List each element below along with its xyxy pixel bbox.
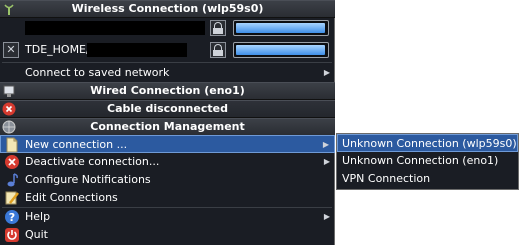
new-connection-label: New connection ... bbox=[25, 138, 128, 151]
new-connection-item[interactable]: New connection ... ▶ bbox=[0, 135, 335, 153]
wireless-header-label: Wireless Connection (wlp59s0) bbox=[71, 2, 264, 15]
edit-connections-label: Edit Connections bbox=[25, 191, 118, 204]
submenu-arrow-icon: ▶ bbox=[322, 140, 329, 149]
submenu-item-vpn[interactable]: VPN Connection bbox=[337, 170, 518, 188]
new-connection-submenu: Unknown Connection (wlp59s0) Unknown Con… bbox=[336, 133, 519, 190]
cable-status-label: Cable disconnected bbox=[107, 102, 228, 115]
signal-strength-bar bbox=[233, 20, 329, 36]
error-icon bbox=[2, 102, 16, 116]
deactivate-icon bbox=[5, 155, 19, 169]
cable-status: Cable disconnected bbox=[0, 100, 335, 118]
wired-header: Wired Connection (eno1) bbox=[0, 82, 335, 100]
disconnect-icon[interactable]: ✕ bbox=[3, 42, 19, 58]
antenna-icon bbox=[4, 4, 14, 15]
wifi-network-row[interactable] bbox=[0, 18, 335, 38]
globe-icon bbox=[2, 120, 16, 134]
wired-network-icon bbox=[3, 85, 15, 97]
submenu-arrow-icon: ▶ bbox=[323, 212, 330, 221]
deactivate-connection-item[interactable]: Deactivate connection... ▶ bbox=[0, 153, 335, 171]
redacted-network-name bbox=[87, 43, 187, 57]
submenu-item-label: Unknown Connection (wlp59s0) bbox=[342, 137, 517, 150]
redacted-network-name bbox=[25, 21, 205, 35]
help-icon: ? bbox=[5, 210, 19, 224]
wireless-header: Wireless Connection (wlp59s0) bbox=[0, 0, 335, 18]
connect-saved-label: Connect to saved network bbox=[25, 66, 170, 79]
submenu-arrow-icon: ▶ bbox=[323, 68, 330, 77]
submenu-item-label: Unknown Connection (eno1) bbox=[342, 154, 499, 167]
help-label: Help bbox=[25, 210, 51, 223]
wired-header-label: Wired Connection (eno1) bbox=[90, 84, 245, 97]
lock-icon bbox=[210, 20, 226, 36]
management-header-label: Connection Management bbox=[90, 120, 245, 133]
quit-item[interactable]: Quit bbox=[0, 226, 335, 244]
notifications-icon bbox=[7, 173, 18, 187]
edit-icon bbox=[5, 191, 19, 205]
quit-label: Quit bbox=[25, 228, 48, 241]
management-header: Connection Management bbox=[0, 118, 335, 136]
submenu-item-unknown-eno1[interactable]: Unknown Connection (eno1) bbox=[337, 152, 518, 170]
new-connection-icon bbox=[6, 137, 18, 153]
deactivate-connection-label: Deactivate connection... bbox=[25, 155, 160, 168]
quit-icon bbox=[5, 228, 19, 242]
submenu-arrow-icon: ▶ bbox=[323, 157, 330, 166]
configure-notifications-item[interactable]: Configure Notifications bbox=[0, 171, 335, 189]
wifi-network-row[interactable]: ✕ TDE_HOME/ bbox=[0, 40, 335, 60]
submenu-item-unknown-wlp59s0[interactable]: Unknown Connection (wlp59s0) bbox=[337, 134, 518, 152]
connect-saved-network-item[interactable]: Connect to saved network ▶ bbox=[0, 64, 335, 82]
svg-text:?: ? bbox=[9, 211, 15, 224]
submenu-item-label: VPN Connection bbox=[342, 172, 431, 185]
network-menu: Wireless Connection (wlp59s0) ✕ TDE_HOME… bbox=[0, 0, 335, 245]
separator bbox=[2, 62, 332, 63]
edit-connections-item[interactable]: Edit Connections bbox=[0, 189, 335, 207]
signal-strength-bar bbox=[233, 42, 329, 58]
help-item[interactable]: ? Help ▶ bbox=[0, 208, 335, 226]
network-name: TDE_HOME/ bbox=[25, 43, 90, 56]
lock-icon bbox=[210, 42, 226, 58]
configure-notifications-label: Configure Notifications bbox=[25, 173, 151, 186]
